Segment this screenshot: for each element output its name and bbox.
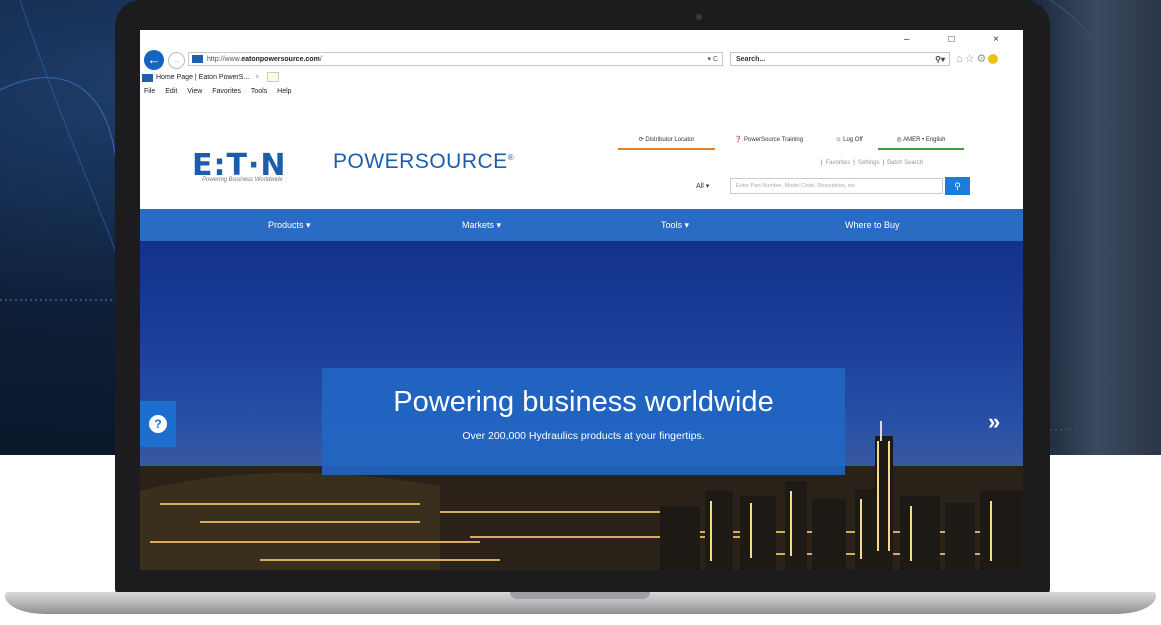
- region-label: AMER • English: [903, 137, 946, 143]
- tab-close-icon[interactable]: ×: [255, 74, 259, 81]
- laptop-notch: [510, 592, 650, 599]
- hero-title: Powering business worldwide: [393, 386, 774, 418]
- tab-title: Home Page | Eaton PowerS...: [156, 74, 250, 81]
- hero-caption: Powering business worldwide Over 200,000…: [322, 368, 845, 475]
- menu-file[interactable]: File: [144, 88, 155, 95]
- menu-edit[interactable]: Edit: [165, 88, 177, 95]
- region-selector[interactable]: ◎ AMER • English: [878, 132, 964, 150]
- search-icon[interactable]: ⚲▾: [935, 53, 945, 66]
- browser-chrome: ← → http://www.eatonpowersource.com/ ▾ C…: [140, 30, 1023, 123]
- address-suffix: /: [319, 56, 322, 63]
- menu-help[interactable]: Help: [277, 88, 291, 95]
- address-prefix: http://www.: [207, 56, 242, 63]
- eaton-favicon-icon: [192, 55, 203, 63]
- browser-search-input[interactable]: Search... ⚲▾: [730, 52, 950, 66]
- user-icon: ☺: [835, 137, 844, 143]
- training-link[interactable]: ❓ PowerSource Training: [718, 132, 820, 148]
- logoff-label: Log Off: [843, 137, 863, 143]
- help-circle-icon: ❓: [734, 137, 745, 143]
- search-scope-value: All: [696, 183, 704, 190]
- brand-text: POWERSOURCE: [333, 150, 508, 173]
- forward-button[interactable]: →: [168, 52, 185, 69]
- batch-search-link[interactable]: Batch Search: [887, 160, 923, 166]
- training-label: PowerSource Training: [744, 137, 804, 143]
- smiley-icon[interactable]: [988, 54, 999, 65]
- menu-tools[interactable]: Tools: [251, 88, 267, 95]
- settings-link[interactable]: Settings: [858, 160, 880, 166]
- laptop-screen: ← → http://www.eatonpowersource.com/ ▾ C…: [140, 30, 1023, 570]
- window-controls[interactable]: – □ ×: [904, 34, 1017, 45]
- distributor-label: Distributor Locator: [645, 137, 695, 143]
- back-button[interactable]: ←: [144, 50, 164, 70]
- favorites-link[interactable]: Favorites: [826, 160, 851, 166]
- menu-favorites[interactable]: Favorites: [212, 88, 241, 95]
- toolbar-icons: ⌂☆⚙: [956, 52, 999, 65]
- part-search-input[interactable]: Enter Part Number, Model Code, Descripti…: [730, 178, 943, 194]
- search-scope-dropdown[interactable]: All ▾: [696, 182, 709, 190]
- site-search-button[interactable]: ⚲: [945, 177, 970, 195]
- logoff-link[interactable]: ☺ Log Off: [824, 132, 874, 148]
- star-icon[interactable]: ☆: [965, 53, 977, 65]
- browser-tab[interactable]: Home Page | Eaton PowerS... ×: [142, 72, 280, 84]
- user-links: | Favorites | Settings | Batch Search: [821, 160, 924, 166]
- carousel-next-icon[interactable]: »: [988, 409, 1000, 435]
- site-header: E:T·N Powering Business Worldwide POWERS…: [140, 122, 1023, 209]
- new-tab-button[interactable]: [267, 72, 280, 83]
- menu-view[interactable]: View: [187, 88, 202, 95]
- tab-favicon-icon: [142, 74, 153, 82]
- address-domain: eatonpowersource.com: [241, 56, 320, 63]
- menu-bar: File Edit View Favorites Tools Help: [144, 88, 300, 95]
- home-icon[interactable]: ⌂: [956, 53, 965, 65]
- nav-markets[interactable]: Markets ▾: [462, 209, 501, 241]
- browser-search-placeholder: Search...: [736, 56, 766, 63]
- main-nav: Products ▾ Markets ▾ Tools ▾ Where to Bu…: [140, 209, 1023, 241]
- hero-banner: ? Powering business worldwide Over 200,0…: [140, 241, 1023, 570]
- chevron-down-icon: ▾: [705, 183, 710, 190]
- nav-products[interactable]: Products ▾: [268, 209, 311, 241]
- help-button[interactable]: ?: [140, 401, 176, 447]
- distributor-locator-link[interactable]: ⟳ Distributor Locator: [618, 132, 715, 150]
- question-icon: ?: [149, 415, 167, 433]
- brand-mark: ®: [507, 153, 515, 162]
- address-bar[interactable]: http://www.eatonpowersource.com/ ▾ C: [188, 52, 723, 66]
- logo-tagline: Powering Business Worldwide: [202, 177, 283, 183]
- camera-icon: [696, 14, 702, 20]
- search-icon: ⚲: [954, 181, 961, 191]
- nav-where-to-buy[interactable]: Where to Buy: [845, 209, 900, 241]
- nav-tools[interactable]: Tools ▾: [661, 209, 689, 241]
- hero-subtitle: Over 200,000 Hydraulics products at your…: [462, 430, 705, 442]
- powersource-brand[interactable]: POWERSOURCE®: [333, 150, 514, 174]
- refresh-icon[interactable]: ▾ C: [707, 53, 718, 67]
- gear-icon[interactable]: ⚙: [977, 53, 989, 65]
